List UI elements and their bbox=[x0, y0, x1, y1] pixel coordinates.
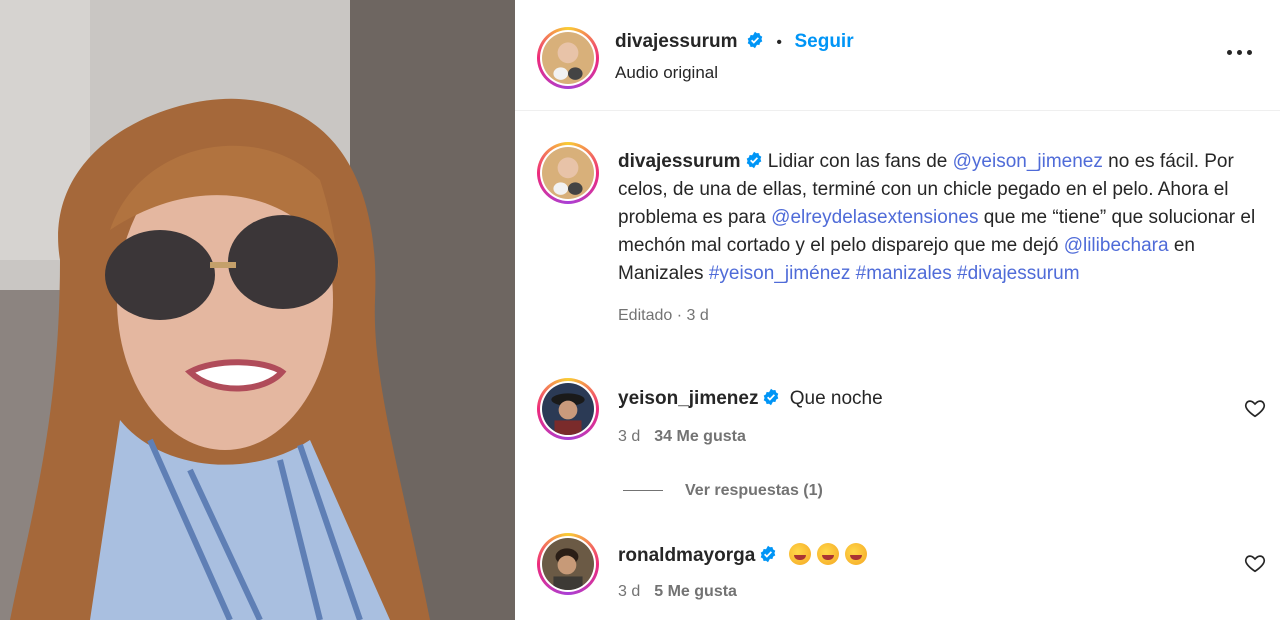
comment-avatar-image bbox=[542, 538, 594, 590]
post-caption: divajessurum Lidiar con las fans de @yei… bbox=[618, 148, 1258, 330]
comment-username[interactable]: ronaldmayorga bbox=[618, 545, 755, 566]
view-replies-button[interactable]: Ver respuestas (1) bbox=[623, 482, 823, 500]
hashtag-yeison-jimenez[interactable]: #yeison_jiménez bbox=[709, 263, 851, 284]
rofl-emoji bbox=[788, 543, 811, 565]
verified-badge-icon bbox=[760, 545, 776, 563]
comment-avatar-image bbox=[542, 383, 594, 435]
verified-badge-icon bbox=[746, 151, 761, 169]
hashtag-divajessurum[interactable]: #divajessurum bbox=[957, 263, 1080, 284]
post-header: divajessurum • Seguir Audio original bbox=[515, 0, 1280, 111]
comment-body: ronaldmayorga bbox=[618, 543, 867, 567]
heart-icon[interactable] bbox=[1244, 552, 1266, 574]
comment-likes[interactable]: 5 Me gusta bbox=[654, 583, 737, 600]
mention-yeison-jimenez[interactable]: @yeison_jimenez bbox=[953, 151, 1103, 172]
author-username[interactable]: divajessurum bbox=[615, 31, 738, 52]
author-avatar[interactable] bbox=[537, 27, 599, 89]
follow-button[interactable]: Seguir bbox=[794, 31, 853, 52]
caption-text-1: Lidiar con las fans de bbox=[762, 151, 953, 172]
comment-meta: 3 d 34 Me gusta bbox=[618, 428, 746, 446]
hashtag-manizales[interactable]: #manizales bbox=[856, 263, 952, 284]
comment-username[interactable]: yeison_jimenez bbox=[618, 388, 758, 409]
replies-divider bbox=[623, 490, 663, 492]
comment-avatar[interactable] bbox=[537, 378, 599, 440]
caption-avatar-image bbox=[542, 147, 594, 199]
comment-meta: 3 d 5 Me gusta bbox=[618, 583, 737, 601]
comment-avatar[interactable] bbox=[537, 533, 599, 595]
more-options-icon[interactable] bbox=[1226, 42, 1256, 62]
reel-video[interactable] bbox=[0, 0, 515, 620]
author-avatar-image bbox=[542, 32, 594, 84]
comment-time[interactable]: 3 d bbox=[618, 428, 640, 445]
comment-likes[interactable]: 34 Me gusta bbox=[654, 428, 746, 445]
post-details-panel: divajessurum • Seguir Audio original div… bbox=[515, 0, 1280, 620]
comment-body: yeison_jimenez Que noche bbox=[618, 388, 883, 410]
mention-lilibechara[interactable]: @lilibechara bbox=[1064, 235, 1169, 256]
separator-dot: • bbox=[776, 34, 783, 51]
audio-label[interactable]: Audio original bbox=[615, 63, 718, 83]
caption-author-avatar[interactable] bbox=[537, 142, 599, 204]
caption-meta: Editado · 3 d bbox=[618, 307, 709, 324]
verified-badge-icon bbox=[764, 388, 779, 406]
comment-text: Que noche bbox=[789, 388, 883, 409]
heart-icon[interactable] bbox=[1244, 397, 1266, 419]
video-frame-image bbox=[0, 0, 515, 620]
author-line: divajessurum • Seguir bbox=[615, 31, 854, 53]
rofl-emoji bbox=[844, 543, 867, 565]
verified-badge-icon bbox=[747, 31, 763, 49]
caption-username[interactable]: divajessurum bbox=[618, 151, 741, 172]
view-replies-label: Ver respuestas (1) bbox=[685, 482, 823, 499]
mention-elreydelasextensiones[interactable]: @elreydelasextensiones bbox=[771, 207, 978, 228]
rofl-emoji bbox=[816, 543, 839, 565]
comment-time[interactable]: 3 d bbox=[618, 583, 640, 600]
